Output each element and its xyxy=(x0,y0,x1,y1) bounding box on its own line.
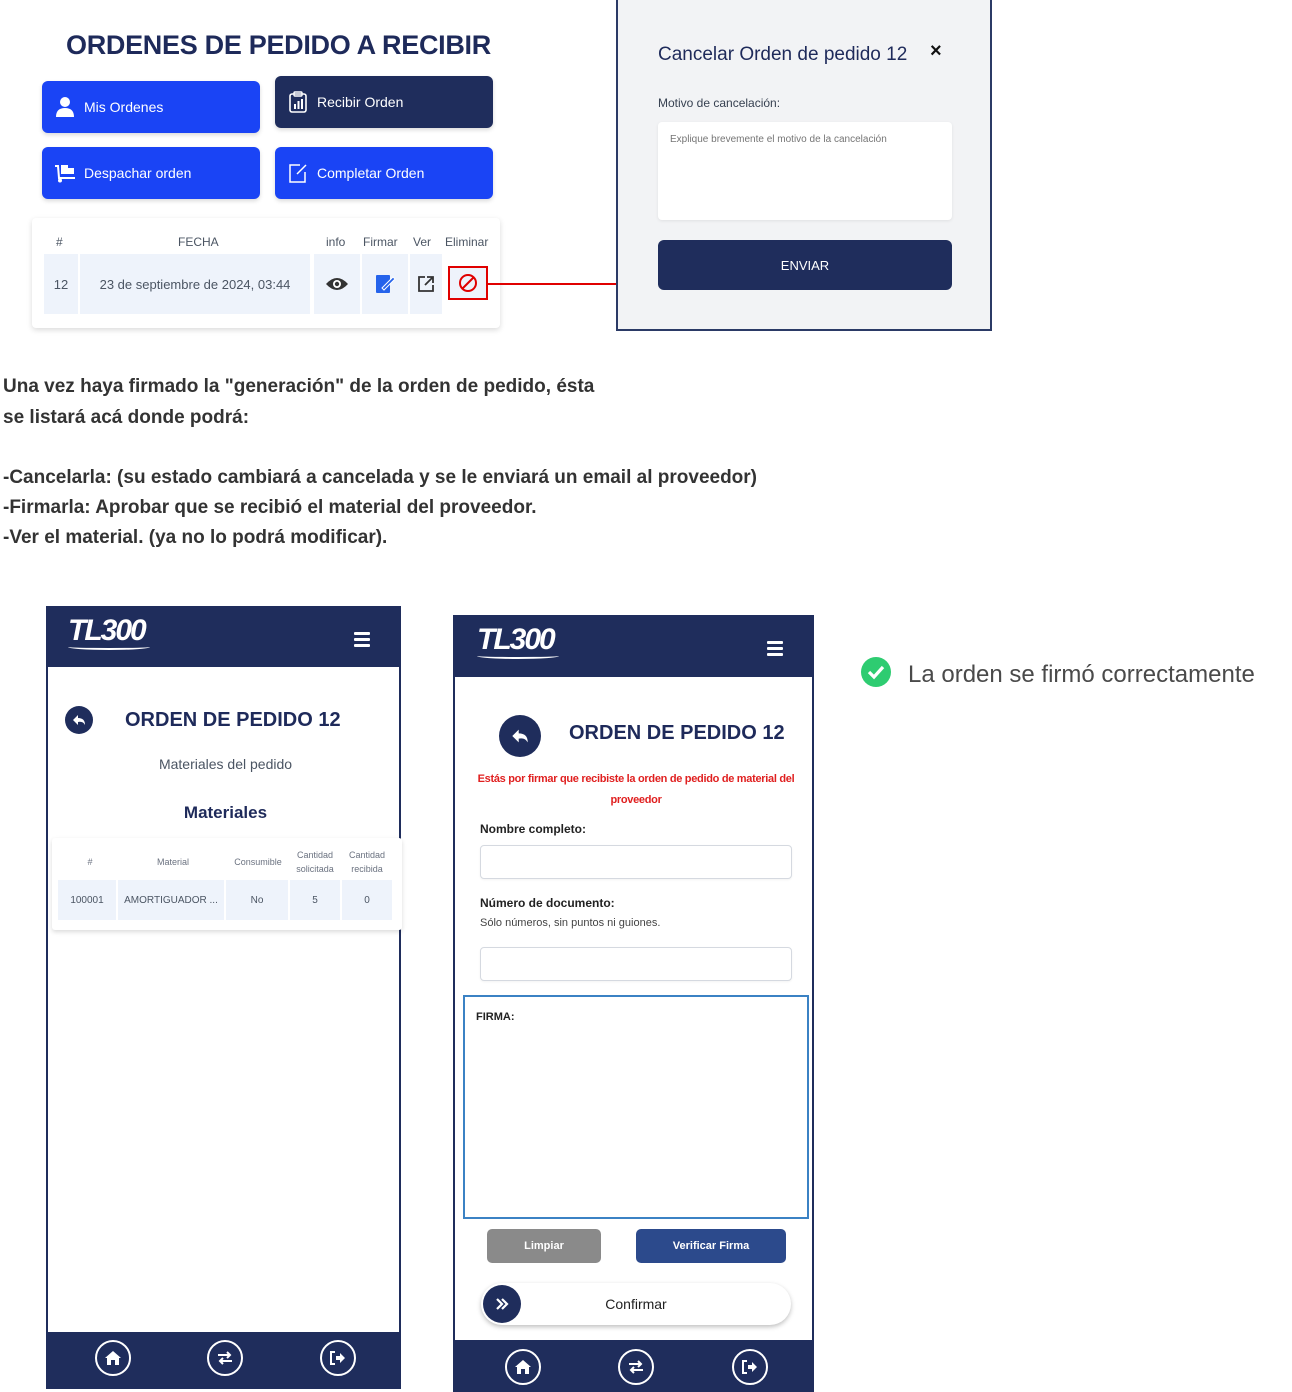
app-footer xyxy=(48,1332,399,1389)
info-eye-icon[interactable] xyxy=(314,254,360,314)
app-header: TL300 xyxy=(48,606,399,667)
recibir-orden-button[interactable]: Recibir Orden xyxy=(275,76,493,128)
th-info: info xyxy=(326,235,346,249)
success-toast: La orden se firmó correctamente xyxy=(860,656,1255,693)
connector-line xyxy=(488,283,618,285)
swap-icon[interactable] xyxy=(618,1349,654,1385)
send-button[interactable]: ENVIAR xyxy=(658,240,952,290)
edit-square-icon xyxy=(287,162,309,184)
despachar-orden-label: Despachar orden xyxy=(84,165,192,181)
documento-hint: Sólo números, sin puntos ni guiones. xyxy=(480,917,661,929)
th-recibida-line1: Cantidad xyxy=(348,850,386,860)
confirm-slider[interactable]: Confirmar xyxy=(481,1283,791,1325)
th-ver: Ver xyxy=(413,235,432,249)
clipboard-chart-icon xyxy=(287,91,309,113)
user-icon xyxy=(54,96,76,118)
firma-label: FIRMA: xyxy=(476,1011,515,1023)
hamburger-menu-icon[interactable] xyxy=(767,641,783,659)
tl300-logo: TL300 xyxy=(477,623,556,656)
logout-icon[interactable] xyxy=(732,1349,768,1385)
back-arrow-icon[interactable] xyxy=(499,715,541,757)
section-title: Materiales xyxy=(183,803,268,822)
home-icon[interactable] xyxy=(95,1340,131,1376)
cell-material: AMORTIGUADOR ... xyxy=(118,880,224,920)
dolly-icon xyxy=(54,162,76,184)
phone-materials-screen: TL300 ORDEN DE PEDIDO 12 Materiales del … xyxy=(46,606,402,1389)
documento-input[interactable] xyxy=(480,947,792,981)
app-header: TL300 xyxy=(455,615,812,677)
page-subtitle: Materiales del pedido xyxy=(158,756,293,772)
signature-pad[interactable]: FIRMA: xyxy=(463,995,809,1219)
reason-label: Motivo de cancelación: xyxy=(658,96,781,110)
logo-wave xyxy=(477,653,559,659)
recibir-orden-label: Recibir Orden xyxy=(317,94,404,110)
reason-textarea[interactable] xyxy=(658,122,952,220)
check-circle-icon xyxy=(860,656,892,693)
page-title: ORDEN DE PEDIDO 12 xyxy=(569,722,785,744)
nombre-input[interactable] xyxy=(480,845,792,879)
mis-ordenes-label: Mis Ordenes xyxy=(84,99,164,115)
phone-sign-screen: TL300 ORDEN DE PEDIDO 12 Estás por firma… xyxy=(453,615,814,1392)
back-arrow-icon[interactable] xyxy=(65,706,93,734)
app-footer xyxy=(455,1340,812,1392)
materials-table: # Material Consumible Cantidad solicitad… xyxy=(52,838,402,930)
confirmar-label: Confirmar xyxy=(605,1296,667,1312)
orders-table: # FECHA info Firmar Ver Eliminar 12 23 d… xyxy=(32,218,500,328)
cell-order-date: 23 de septiembre de 2024, 03:44 xyxy=(80,254,310,314)
home-icon[interactable] xyxy=(505,1349,541,1385)
instruction-line-4: -Firmarla: Aprobar que se recibió el mat… xyxy=(3,497,537,518)
page-title: ORDEN DE PEDIDO 12 xyxy=(125,709,341,731)
instruction-line-1: Una vez haya firmado la "generación" de … xyxy=(3,376,595,397)
th-num: # xyxy=(56,235,63,249)
modal-title: Cancelar Orden de pedido 12 xyxy=(658,44,908,65)
cell-solicitada: 5 xyxy=(290,880,340,920)
completar-orden-label: Completar Orden xyxy=(317,165,425,181)
th-num: # xyxy=(87,857,93,867)
instruction-line-3: -Cancelarla: (su estado cambiará a cance… xyxy=(3,467,758,488)
th-consumible: Consumible xyxy=(234,857,282,867)
cell-consumible: No xyxy=(226,880,288,920)
nombre-label: Nombre completo: xyxy=(480,822,587,836)
logout-icon[interactable] xyxy=(320,1340,356,1376)
th-solicitada-line2: solicitada xyxy=(296,864,334,874)
th-material: Material xyxy=(156,857,189,867)
swap-icon[interactable] xyxy=(207,1340,243,1376)
hamburger-menu-icon[interactable] xyxy=(354,632,370,650)
despachar-orden-button[interactable]: Despachar orden xyxy=(42,147,260,199)
limpiar-button[interactable]: Limpiar xyxy=(487,1229,601,1263)
mis-ordenes-button[interactable]: Mis Ordenes xyxy=(42,81,260,133)
tl300-logo: TL300 xyxy=(68,614,147,647)
th-recibida-line2: recibida xyxy=(351,864,383,874)
th-cantidad-solicitada: Cantidad solicitada xyxy=(290,848,340,876)
documento-label: Número de documento: xyxy=(480,896,615,910)
cell-order-id: 12 xyxy=(44,254,78,314)
instruction-line-2: se listará acá donde podrá: xyxy=(3,407,250,428)
th-firmar: Firmar xyxy=(363,235,398,249)
instruction-line-5: -Ver el material. (ya no lo podrá modifi… xyxy=(3,527,388,548)
close-icon[interactable]: × xyxy=(930,40,942,63)
completar-orden-button[interactable]: Completar Orden xyxy=(275,147,493,199)
th-eliminar: Eliminar xyxy=(445,235,489,249)
sign-document-icon[interactable] xyxy=(362,254,408,314)
th-solicitada-line1: Cantidad xyxy=(296,850,334,860)
orders-title: ORDENES DE PEDIDO A RECIBIR xyxy=(66,30,491,60)
sign-warning-text: Estás por firmar que recibiste la orden … xyxy=(477,773,795,806)
toast-message: La orden se firmó correctamente xyxy=(908,660,1255,688)
cell-num: 100001 xyxy=(58,880,116,920)
cancel-order-icon[interactable] xyxy=(448,266,488,300)
th-fecha: FECHA xyxy=(178,235,219,249)
cell-recibida: 0 xyxy=(342,880,392,920)
th-cantidad-recibida: Cantidad recibida xyxy=(342,848,392,876)
verificar-firma-button[interactable]: Verificar Firma xyxy=(636,1229,786,1263)
cancel-order-modal: Cancelar Orden de pedido 12 × Motivo de … xyxy=(616,0,992,331)
logo-wave xyxy=(68,644,150,650)
external-link-icon[interactable] xyxy=(410,254,442,314)
